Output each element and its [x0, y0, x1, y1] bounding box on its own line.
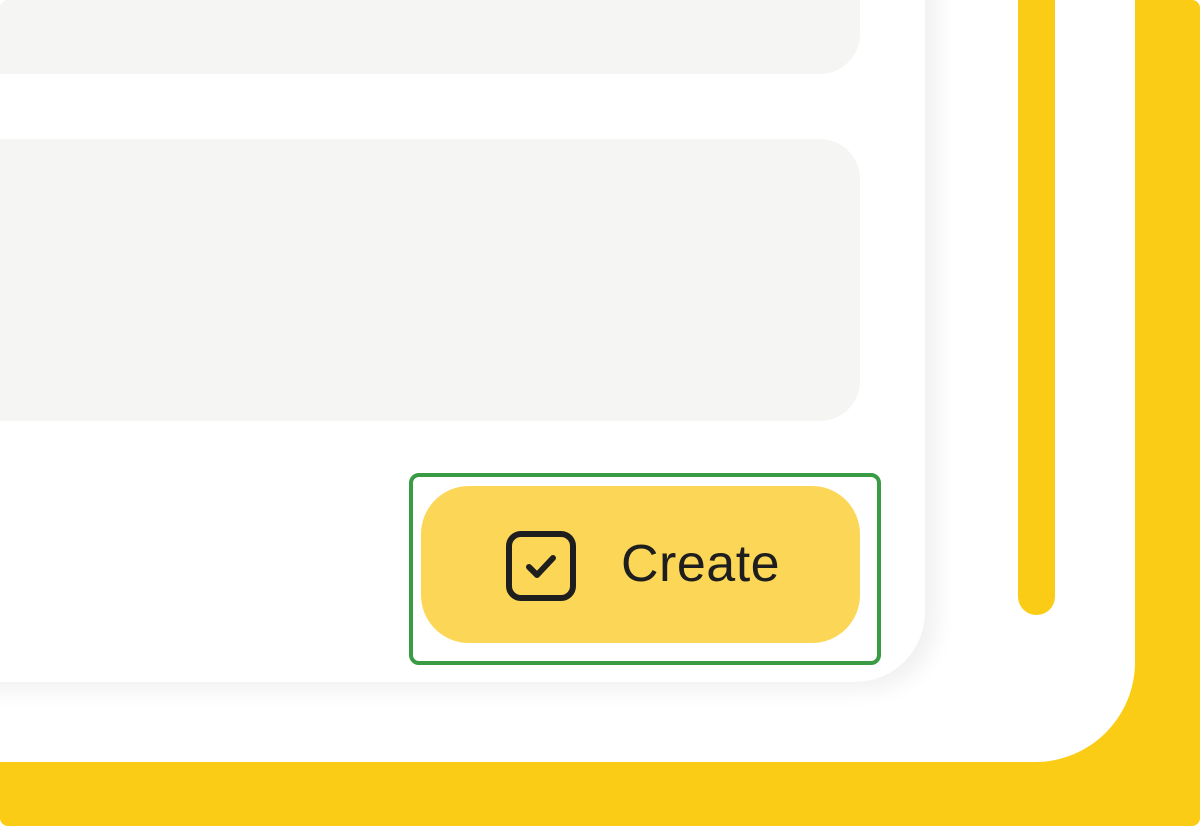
create-button[interactable]: Create — [421, 486, 860, 643]
scrollbar-thumb[interactable] — [1018, 0, 1055, 615]
text-area-large[interactable] — [0, 139, 860, 421]
app-frame: Create — [0, 0, 1200, 826]
checkbox-checked-icon — [506, 531, 576, 601]
create-button-label: Create — [621, 535, 781, 593]
text-field-top[interactable] — [0, 0, 860, 74]
